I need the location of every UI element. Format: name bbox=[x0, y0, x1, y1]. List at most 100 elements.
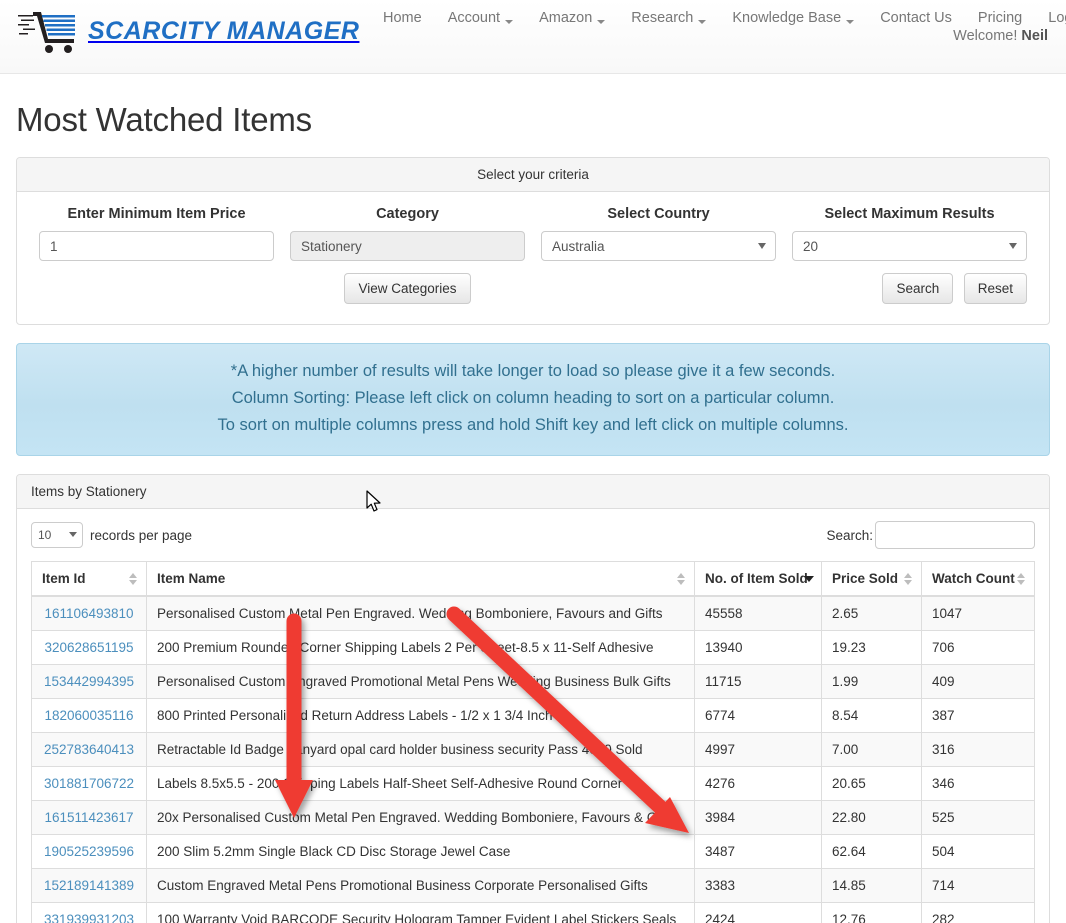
cell-item-name: Personalised Custom Engraved Promotional… bbox=[146, 664, 695, 699]
min-price-label: Enter Minimum Item Price bbox=[67, 206, 246, 222]
cell-no-of-item-sold: 3984 bbox=[694, 800, 822, 835]
results-table: Item Id Item Name No. of Item Sold Price… bbox=[31, 561, 1035, 923]
column-header-watch-count-label: Watch Count bbox=[932, 571, 1015, 586]
column-header-item-id-label: Item Id bbox=[42, 571, 86, 586]
cell-price-sold: 22.80 bbox=[821, 800, 922, 835]
sort-indicator-price-sold bbox=[904, 572, 913, 586]
cell-item-id: 331939931203 bbox=[31, 902, 147, 923]
nav-item-amazon[interactable]: Amazon bbox=[526, 3, 618, 33]
criteria-row: Enter Minimum Item Price Category View C… bbox=[31, 206, 1035, 304]
cell-no-of-item-sold: 6774 bbox=[694, 698, 822, 733]
reset-button[interactable]: Reset bbox=[963, 273, 1027, 304]
cell-item-id: 252783640413 bbox=[31, 732, 147, 767]
table-row: 161106493810 Personalised Custom Metal Pe… bbox=[31, 595, 1035, 631]
cell-item-name: Custom Engraved Metal Pens Promotional B… bbox=[146, 868, 695, 903]
item-id-link[interactable]: 161511423617 bbox=[44, 810, 133, 825]
info-banner-line-2: Column Sorting: Please left click on col… bbox=[231, 389, 835, 407]
sort-indicator-item-name bbox=[677, 572, 686, 586]
nav-item-research[interactable]: Research bbox=[618, 3, 719, 33]
column-header-item-name[interactable]: Item Name bbox=[146, 561, 695, 597]
cell-item-name: 200 Slim 5.2mm Single Black CD Disc Stor… bbox=[146, 834, 695, 869]
criteria-panel-heading: Select your criteria bbox=[17, 158, 1049, 192]
column-header-watch-count[interactable]: Watch Count bbox=[921, 561, 1035, 597]
min-price-input[interactable] bbox=[39, 231, 274, 261]
item-id-link[interactable]: 252783640413 bbox=[44, 742, 134, 757]
table-row: 301881706722 Labels 8.5x5.5 - 200 Shippin… bbox=[31, 766, 1035, 801]
chevron-down-icon bbox=[505, 19, 514, 24]
table-search-input[interactable] bbox=[875, 521, 1035, 549]
nav-item-contact-us-label: Contact Us bbox=[880, 10, 952, 26]
item-id-link[interactable]: 153442994395 bbox=[44, 674, 134, 689]
view-categories-button[interactable]: View Categories bbox=[344, 273, 471, 304]
category-input[interactable] bbox=[290, 231, 525, 261]
cell-price-sold: 2.65 bbox=[821, 595, 922, 631]
cell-no-of-item-sold: 13940 bbox=[694, 630, 822, 665]
search-button[interactable]: Search bbox=[882, 273, 954, 304]
cell-no-of-item-sold: 4997 bbox=[694, 732, 822, 767]
cell-price-sold: 12.76 bbox=[821, 902, 922, 923]
max-results-select[interactable]: 20 bbox=[792, 231, 1027, 261]
item-id-link[interactable]: 182060035116 bbox=[44, 708, 133, 723]
cell-no-of-item-sold: 4276 bbox=[694, 766, 822, 801]
nav-item-home[interactable]: Home bbox=[370, 3, 435, 33]
cell-item-id: 301881706722 bbox=[31, 766, 147, 801]
cell-item-name: 20x Personalised Custom Metal Pen Engrav… bbox=[146, 800, 695, 835]
criteria-actions: Search Reset bbox=[792, 273, 1027, 304]
criteria-col-min-price: Enter Minimum Item Price bbox=[31, 206, 282, 304]
cell-watch-count: 504 bbox=[921, 834, 1035, 869]
cell-item-name: 800 Printed Personalized Return Address … bbox=[146, 698, 695, 733]
nav-item-contact-us[interactable]: Contact Us bbox=[867, 3, 965, 33]
top-navbar: SCARCITY MANAGER Home Account Amazon Res… bbox=[0, 0, 1066, 74]
item-id-link[interactable]: 161106493810 bbox=[44, 606, 133, 621]
welcome-username: Neil bbox=[1021, 28, 1048, 44]
cell-no-of-item-sold: 11715 bbox=[694, 664, 822, 699]
column-header-price-sold[interactable]: Price Sold bbox=[821, 561, 922, 597]
item-id-link[interactable]: 152189141389 bbox=[44, 878, 134, 893]
cell-watch-count: 282 bbox=[921, 902, 1035, 923]
category-label: Category bbox=[376, 206, 439, 222]
sort-indicator-watch-count bbox=[1017, 572, 1026, 586]
cell-item-name: Labels 8.5x5.5 - 200 Shipping Labels Hal… bbox=[146, 766, 695, 801]
datatable-controls: 10 records per page Search: bbox=[17, 509, 1049, 555]
item-id-link[interactable]: 301881706722 bbox=[44, 776, 134, 791]
cell-item-id: 320628651195 bbox=[31, 630, 147, 665]
column-header-no-of-item-sold-label: No. of Item Sold bbox=[705, 571, 808, 586]
cell-price-sold: 8.54 bbox=[821, 698, 922, 733]
nav-item-knowledge-base[interactable]: Knowledge Base bbox=[719, 3, 867, 33]
cell-price-sold: 19.23 bbox=[821, 630, 922, 665]
criteria-panel-body: Enter Minimum Item Price Category View C… bbox=[17, 192, 1049, 324]
table-row: 320628651195 200 Premium Rounded Corner S… bbox=[31, 630, 1035, 665]
chevron-down-icon bbox=[698, 19, 707, 24]
cell-watch-count: 409 bbox=[921, 664, 1035, 699]
cell-item-id: 190525239596 bbox=[31, 834, 147, 869]
sort-indicator-no-of-item-sold-desc bbox=[804, 572, 814, 586]
table-row: 182060035116 800 Printed Personalized Ret… bbox=[31, 698, 1035, 733]
nav-item-knowledge-base-label: Knowledge Base bbox=[732, 10, 842, 26]
column-header-item-id[interactable]: Item Id bbox=[31, 561, 147, 597]
nav-item-account[interactable]: Account bbox=[435, 3, 526, 33]
cell-no-of-item-sold: 2424 bbox=[694, 902, 822, 923]
cell-price-sold: 20.65 bbox=[821, 766, 922, 801]
item-id-link[interactable]: 190525239596 bbox=[44, 844, 134, 859]
brand-logo-link[interactable]: SCARCITY MANAGER bbox=[18, 8, 359, 54]
cell-price-sold: 14.85 bbox=[821, 868, 922, 903]
column-header-price-sold-label: Price Sold bbox=[832, 571, 899, 586]
nav-item-amazon-label: Amazon bbox=[539, 10, 593, 26]
cell-price-sold: 7.00 bbox=[821, 732, 922, 767]
chevron-down-icon bbox=[597, 19, 606, 24]
cell-item-id: 182060035116 bbox=[31, 698, 147, 733]
item-id-link[interactable]: 331939931203 bbox=[44, 912, 134, 923]
results-table-body: 161106493810 Personalised Custom Metal Pe… bbox=[31, 595, 1035, 923]
cell-watch-count: 706 bbox=[921, 630, 1035, 665]
item-id-link[interactable]: 320628651195 bbox=[44, 640, 133, 655]
country-select[interactable]: Australia bbox=[541, 231, 776, 261]
cell-watch-count: 316 bbox=[921, 732, 1035, 767]
column-header-no-of-item-sold[interactable]: No. of Item Sold bbox=[694, 561, 822, 597]
records-per-page-control: 10 records per page bbox=[31, 522, 192, 548]
welcome-message: Welcome! Neil bbox=[953, 28, 1048, 44]
records-per-page-select[interactable]: 10 bbox=[31, 522, 83, 548]
table-header-row: Item Id Item Name No. of Item Sold Price… bbox=[31, 561, 1035, 597]
criteria-col-country: Select Country Australia bbox=[533, 206, 784, 304]
chevron-down-icon bbox=[846, 19, 855, 24]
country-label: Select Country bbox=[607, 206, 710, 222]
